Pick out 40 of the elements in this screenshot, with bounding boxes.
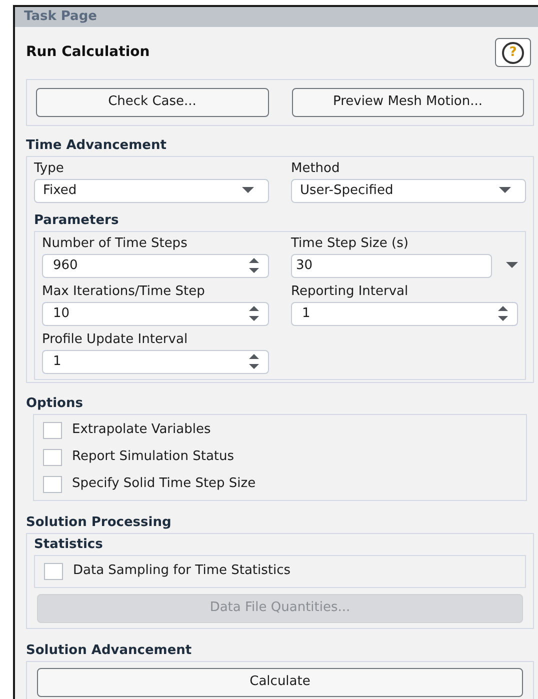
field-label: Method bbox=[291, 160, 341, 178]
spinner-field[interactable]: 1 bbox=[42, 350, 269, 374]
section-heading: Options bbox=[26, 396, 83, 410]
field-label: Type bbox=[34, 160, 65, 178]
action-button[interactable]: Check Case... bbox=[36, 88, 268, 116]
spinner-arrows-icon bbox=[248, 305, 260, 322]
section-heading: Parameters bbox=[34, 212, 119, 228]
field-label: Max Iterations/Time Step bbox=[42, 282, 206, 300]
field-label: Profile Update Interval bbox=[42, 330, 189, 348]
checkbox-label: Data Sampling for Time Statistics bbox=[73, 562, 291, 580]
checkbox-label: Report Simulation Status bbox=[72, 448, 234, 466]
caret-icon bbox=[499, 187, 511, 194]
window-title: Task Page bbox=[24, 8, 97, 26]
caret-icon bbox=[242, 187, 254, 194]
field-label: Reporting Interval bbox=[291, 282, 410, 300]
field-label: Time Step Size (s) bbox=[291, 234, 410, 252]
section-heading: Statistics bbox=[34, 536, 104, 554]
section-heading: Solution Advancement bbox=[26, 642, 192, 658]
spinner-field[interactable]: 960 bbox=[42, 254, 269, 278]
checkbox[interactable] bbox=[43, 422, 62, 438]
section-heading: Time Advancement bbox=[26, 138, 166, 152]
action-button[interactable]: Preview Mesh Motion... bbox=[292, 88, 524, 116]
checkbox[interactable] bbox=[44, 562, 63, 580]
checkbox-label: Specify Solid Time Step Size bbox=[72, 475, 256, 494]
dropdown[interactable]: Fixed bbox=[34, 178, 269, 202]
checkbox[interactable] bbox=[43, 448, 62, 466]
spinner-field[interactable]: 1 bbox=[291, 302, 518, 326]
spinner-arrows-icon bbox=[248, 257, 260, 274]
field-label: Number of Time Steps bbox=[42, 234, 188, 252]
spinner-arrows-icon bbox=[248, 353, 260, 370]
checkbox-label: Extrapolate Variables bbox=[72, 421, 211, 440]
action-button[interactable]: Calculate bbox=[37, 668, 523, 696]
checkbox[interactable] bbox=[43, 476, 62, 492]
page-heading: Run Calculation bbox=[26, 43, 150, 62]
spinner-arrows-icon bbox=[497, 305, 509, 322]
section-heading: Solution Processing bbox=[26, 514, 172, 530]
dropdown[interactable]: User-Specified bbox=[291, 178, 526, 202]
input-field[interactable]: 30 bbox=[291, 254, 492, 278]
spinner-field[interactable]: 10 bbox=[42, 302, 269, 326]
caret-icon bbox=[506, 262, 518, 269]
